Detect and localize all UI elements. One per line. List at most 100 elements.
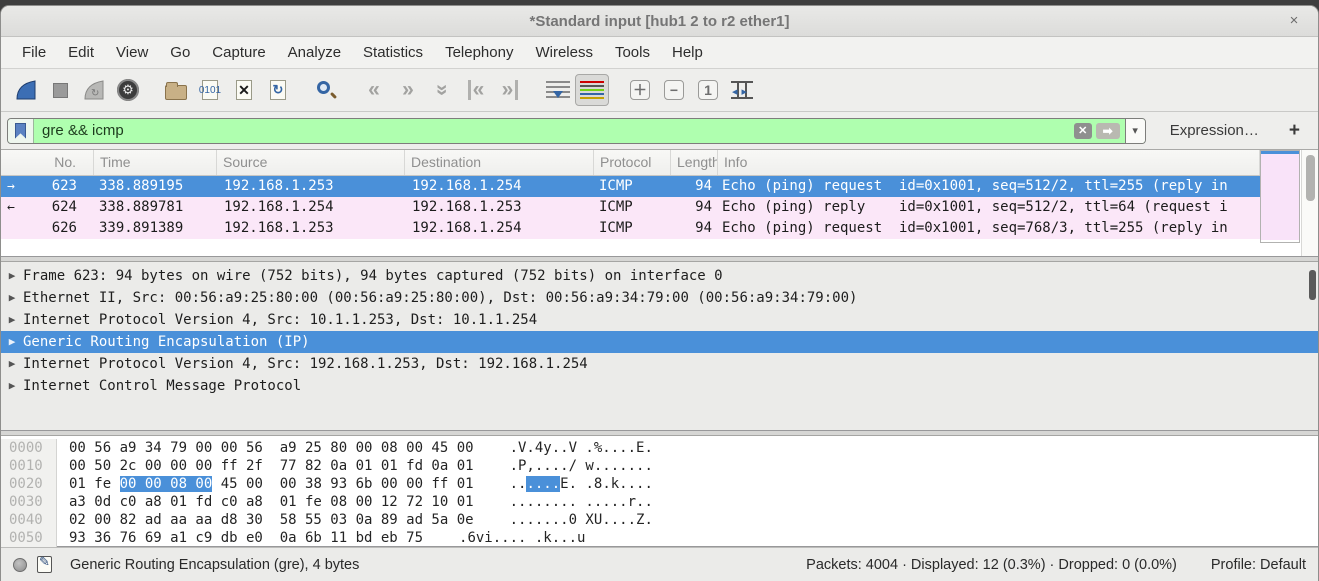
detail-text: Generic Routing Encapsulation (IP)	[23, 334, 310, 350]
hex-ascii[interactable]: .......0 XU....Z.	[510, 511, 653, 529]
hex-row[interactable]: 0010 00 50 2c 00 00 00 ff 2f 77 82 0a 01 …	[1, 457, 1318, 475]
hex-bytes[interactable]: 01 fe 00 00 08 00 45 00 00 38 93 6b 00 0…	[57, 475, 474, 493]
detail-row[interactable]: ▶ Ethernet II, Src: 00:56:a9:25:80:00 (00…	[1, 287, 1318, 309]
filter-dropdown-button[interactable]: ▾	[1124, 118, 1145, 143]
hex-offset: 0040	[1, 511, 57, 529]
close-file-icon[interactable]: ✕	[227, 74, 261, 106]
open-file-icon[interactable]	[159, 74, 193, 106]
menu-item-analyze[interactable]: Analyze	[277, 40, 352, 65]
hex-bytes[interactable]: a3 0d c0 a8 01 fd c0 a8 01 fe 08 00 12 7…	[57, 493, 474, 511]
add-filter-button[interactable]: +	[1289, 120, 1300, 142]
menu-item-file[interactable]: File	[11, 40, 57, 65]
save-file-icon[interactable]: 0101	[193, 74, 227, 106]
column-header-no[interactable]: No.	[1, 150, 94, 175]
column-header-source[interactable]: Source	[217, 150, 405, 175]
colorize-icon[interactable]	[575, 74, 609, 106]
go-back-icon[interactable]: «	[357, 74, 391, 106]
packet-list-minimap[interactable]	[1260, 150, 1300, 243]
detail-row[interactable]: ▶ Internet Protocol Version 4, Src: 192.1…	[1, 353, 1318, 375]
status-packet-counts: Packets: 4004 · Displayed: 12 (0.3%) · D…	[806, 556, 1177, 573]
go-to-packet-icon[interactable]: »	[425, 74, 459, 106]
packet-row[interactable]: 623 → 338.889195 192.168.1.253 192.168.1.254…	[1, 176, 1260, 197]
hex-row[interactable]: 0050 93 36 76 69 a1 c9 db e0 0a 6b 11 bd …	[1, 529, 1318, 547]
hex-bytes[interactable]: 00 56 a9 34 79 00 00 56 a9 25 80 00 08 0…	[57, 439, 474, 457]
ascii-segment: ........ .....r..	[509, 494, 653, 510]
packet-row[interactable]: 624 ← 338.889781 192.168.1.254 192.168.1.253…	[1, 197, 1260, 218]
restart-capture-icon[interactable]: ↻	[77, 74, 111, 106]
column-header-info[interactable]: Info	[718, 150, 1260, 175]
details-scrollbar-thumb[interactable]	[1309, 270, 1316, 300]
reload-file-icon[interactable]: ↻	[261, 74, 295, 106]
start-capture-icon[interactable]	[9, 74, 43, 106]
display-filter-input[interactable]: gre && icmp ✕ ➡ ▾	[7, 117, 1146, 144]
hex-bytes-segment: 02 00 82 ad aa aa d8 30 58 55 03 0a 89 a…	[69, 512, 474, 528]
expander-icon[interactable]: ▶	[1, 309, 23, 331]
detail-row[interactable]: ▶ Internet Protocol Version 4, Src: 10.1.…	[1, 309, 1318, 331]
detail-row[interactable]: ▶ Frame 623: 94 bytes on wire (752 bits),…	[1, 265, 1318, 287]
hex-bytes[interactable]: 02 00 82 ad aa aa d8 30 58 55 03 0a 89 a…	[57, 511, 474, 529]
auto-scroll-icon[interactable]	[541, 74, 575, 106]
hex-bytes[interactable]: 93 36 76 69 a1 c9 db e0 0a 6b 11 bd eb 7…	[57, 529, 423, 547]
title-bar[interactable]: *Standard input [hub1 2 to r2 ether1] ×	[1, 6, 1318, 37]
hex-row[interactable]: 0040 02 00 82 ad aa aa d8 30 58 55 03 0a …	[1, 511, 1318, 529]
capture-comment-icon[interactable]	[37, 554, 52, 573]
detail-row[interactable]: ▶ Internet Control Message Protocol	[1, 375, 1318, 397]
menu-item-statistics[interactable]: Statistics	[352, 40, 434, 65]
filter-clear-button[interactable]: ✕	[1073, 122, 1092, 139]
hex-row[interactable]: 0020 01 fe 00 00 08 00 45 00 00 38 93 6b …	[1, 475, 1318, 493]
zoom-out-icon[interactable]: −	[657, 74, 691, 106]
hex-ascii[interactable]: ......E. .8.k....	[510, 475, 653, 493]
filter-apply-button[interactable]: ➡	[1095, 122, 1120, 139]
packet-destination: 192.168.1.254	[412, 220, 522, 236]
expander-icon[interactable]: ▶	[1, 375, 23, 397]
menu-item-go[interactable]: Go	[159, 40, 201, 65]
packet-list-scrollbar[interactable]	[1301, 150, 1318, 256]
filter-toolbar: gre && icmp ✕ ➡ ▾ Expression… +	[1, 112, 1318, 150]
expression-button[interactable]: Expression…	[1170, 122, 1259, 139]
scrollbar-thumb[interactable]	[1306, 155, 1315, 201]
menu-item-edit[interactable]: Edit	[57, 40, 105, 65]
filter-bookmark-button[interactable]	[8, 118, 34, 143]
hex-ascii[interactable]: .P,..../ w.......	[510, 457, 653, 475]
zoom-100-icon[interactable]: 1	[691, 74, 725, 106]
go-first-icon[interactable]: «	[459, 74, 493, 106]
expander-icon[interactable]: ▶	[1, 265, 23, 287]
menu-item-view[interactable]: View	[105, 40, 159, 65]
filter-value[interactable]: gre && icmp	[34, 122, 1074, 139]
menu-item-capture[interactable]: Capture	[201, 40, 276, 65]
column-header-destination[interactable]: Destination	[405, 150, 594, 175]
menu-item-help[interactable]: Help	[661, 40, 714, 65]
menu-item-tools[interactable]: Tools	[604, 40, 661, 65]
hex-ascii[interactable]: .6vi.... .k...u	[459, 529, 585, 547]
detail-row[interactable]: ▶ Generic Routing Encapsulation (IP)	[1, 331, 1318, 353]
capture-options-icon[interactable]: ⚙	[111, 74, 145, 106]
resize-columns-icon[interactable]: ◂▸	[725, 74, 759, 106]
stop-capture-icon[interactable]	[43, 74, 77, 106]
go-forward-icon[interactable]: »	[391, 74, 425, 106]
hex-bytes[interactable]: 00 50 2c 00 00 00 ff 2f 77 82 0a 01 01 f…	[57, 457, 474, 475]
packet-list-rows: 623 → 338.889195 192.168.1.253 192.168.1.254…	[1, 176, 1260, 239]
hex-bytes-segment: 45 00 00 38 93 6b 00 00 ff 01	[212, 476, 474, 492]
find-packet-icon[interactable]	[309, 74, 343, 106]
hex-ascii[interactable]: ........ .....r..	[510, 493, 653, 511]
expert-info-icon[interactable]	[13, 557, 27, 572]
expander-icon[interactable]: ▶	[1, 287, 23, 309]
column-header-protocol[interactable]: Protocol	[594, 150, 671, 175]
ascii-segment: ..	[509, 476, 527, 492]
menu-item-telephony[interactable]: Telephony	[434, 40, 524, 65]
column-header-time[interactable]: Time	[94, 150, 217, 175]
expander-icon[interactable]: ▶	[1, 353, 23, 375]
expander-icon[interactable]: ▶	[1, 331, 23, 353]
packet-no: 623 →	[1, 176, 94, 197]
packet-row[interactable]: 626 339.891389 192.168.1.253 192.168.1.254 I…	[1, 218, 1260, 239]
zoom-in-icon[interactable]: ＋	[623, 74, 657, 106]
hex-row[interactable]: 0000 00 56 a9 34 79 00 00 56 a9 25 80 00 …	[1, 439, 1318, 457]
status-profile[interactable]: Profile: Default	[1211, 557, 1306, 573]
menu-item-wireless[interactable]: Wireless	[524, 40, 604, 65]
hex-ascii[interactable]: .V.4y..V .%....E.	[510, 439, 653, 457]
ascii-selected-chars: ....	[526, 476, 561, 492]
hex-row[interactable]: 0030 a3 0d c0 a8 01 fd c0 a8 01 fe 08 00 …	[1, 493, 1318, 511]
column-header-length[interactable]: Length	[671, 150, 718, 175]
close-icon[interactable]: ×	[1284, 11, 1304, 31]
go-last-icon[interactable]: »	[493, 74, 527, 106]
